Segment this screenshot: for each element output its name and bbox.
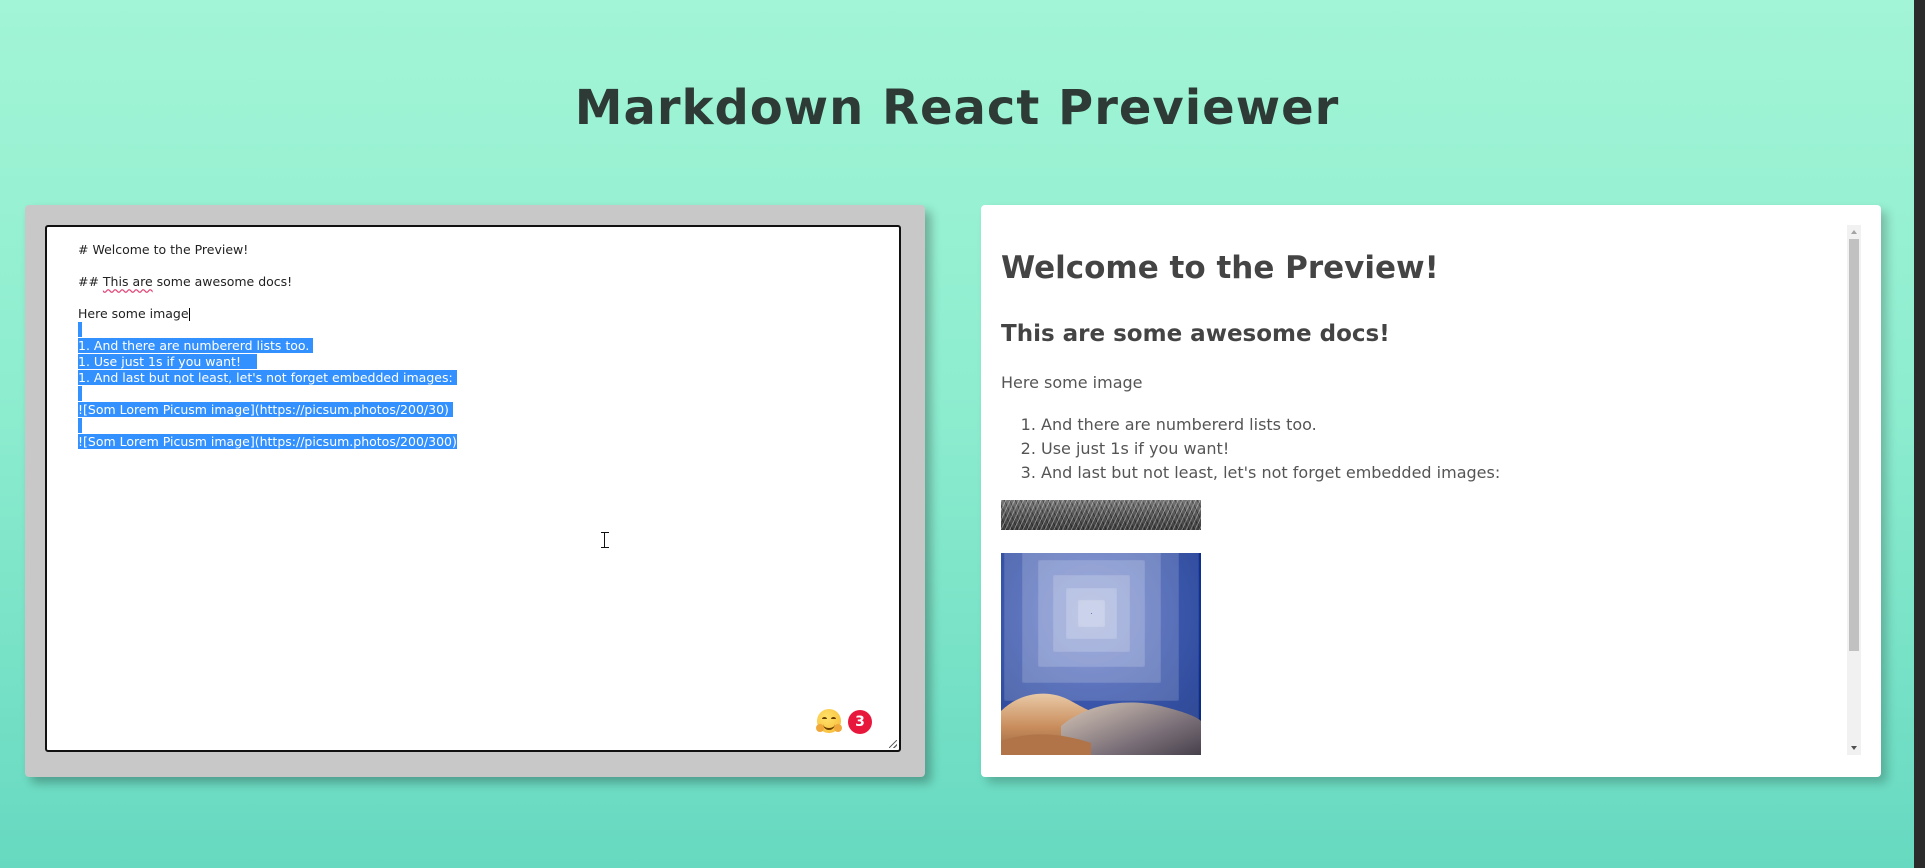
text-caret — [188, 308, 190, 321]
spellcheck-misspelled-text: This are — [102, 274, 153, 289]
selected-text: ![Som Lorem Picusm image](https://picsum… — [78, 402, 449, 417]
list-item: And there are numbererd lists too. — [1041, 413, 1500, 437]
preview-scrollbar[interactable] — [1847, 225, 1861, 755]
editor-line-selected: 1. And there are numbererd lists too. — [78, 338, 858, 354]
editor-line-selected: 1. And last but not least, let's not for… — [78, 370, 858, 386]
editor-line: Here some image — [78, 306, 858, 322]
editor-panel: # Welcome to the Preview! ## This are so… — [25, 205, 925, 777]
extension-widget[interactable]: 3 — [816, 707, 875, 735]
preview-heading-2: This are some awesome docs! — [1001, 321, 1390, 347]
editor-line-selected — [78, 386, 858, 402]
window-edge — [1914, 0, 1925, 868]
editor-line: ## This are some awesome docs! — [78, 274, 858, 290]
hugging-face-emoji-icon[interactable] — [816, 709, 842, 733]
editor-line-text: Here some image — [78, 306, 189, 321]
emoji-eye — [822, 717, 827, 721]
editor-line-selected: ![Som Lorem Picusm image](https://picsum… — [78, 402, 858, 418]
preview-ordered-list: And there are numbererd lists too. Use j… — [1001, 413, 1500, 485]
editor-textarea[interactable]: # Welcome to the Preview! ## This are so… — [45, 225, 901, 752]
editor-line-selected — [78, 418, 858, 434]
editor-line-selected: 1. Use just 1s if you want! — [78, 354, 858, 370]
editor-text[interactable]: # Welcome to the Preview! ## This are so… — [78, 242, 858, 450]
emoji-hand — [834, 724, 842, 732]
list-item: Use just 1s if you want! — [1041, 437, 1500, 461]
scrollbar-thumb[interactable] — [1849, 239, 1859, 651]
preview-paragraph: Here some image — [1001, 373, 1143, 392]
editor-line-selected — [78, 322, 858, 338]
scroll-down-arrow-icon[interactable] — [1847, 741, 1861, 755]
editor-line: # Welcome to the Preview! — [78, 242, 249, 257]
preview-content: Welcome to the Preview! This are some aw… — [1001, 225, 1821, 755]
notification-count-badge[interactable]: 3 — [848, 710, 872, 734]
page-title: Markdown React Previewer — [574, 80, 1340, 137]
preview-image-star-trails — [1001, 553, 1201, 755]
editor-line-suffix: some awesome docs! — [152, 274, 293, 289]
preview-panel: Welcome to the Preview! This are some aw… — [981, 205, 1881, 777]
selected-text: ![Som Lorem Picusm image](https://picsum… — [78, 434, 457, 449]
emoji-hand — [816, 724, 824, 732]
selected-text: 1. Use just 1s if you want! — [78, 354, 241, 369]
selection-highlight — [78, 322, 82, 337]
editor-line-prefix: ## — [78, 274, 103, 289]
text-ibeam-cursor-icon — [601, 532, 609, 548]
scroll-up-arrow-icon[interactable] — [1847, 225, 1861, 239]
preview-image-grass — [1001, 500, 1201, 530]
emoji-eye — [831, 717, 836, 721]
selection-highlight — [78, 386, 82, 401]
selected-text: 1. And last but not least, let's not for… — [78, 370, 453, 385]
rocks-graphic — [1001, 693, 1201, 755]
star-trails — [1091, 613, 1092, 614]
preview-heading-1: Welcome to the Preview! — [1001, 250, 1439, 286]
editor-line-selected: ![Som Lorem Picusm image](https://picsum… — [78, 434, 858, 450]
resize-handle-icon[interactable] — [889, 740, 897, 748]
selected-text: 1. And there are numbererd lists too. — [78, 338, 310, 353]
list-item: And last but not least, let's not forget… — [1041, 461, 1500, 485]
selection-highlight — [78, 418, 82, 433]
